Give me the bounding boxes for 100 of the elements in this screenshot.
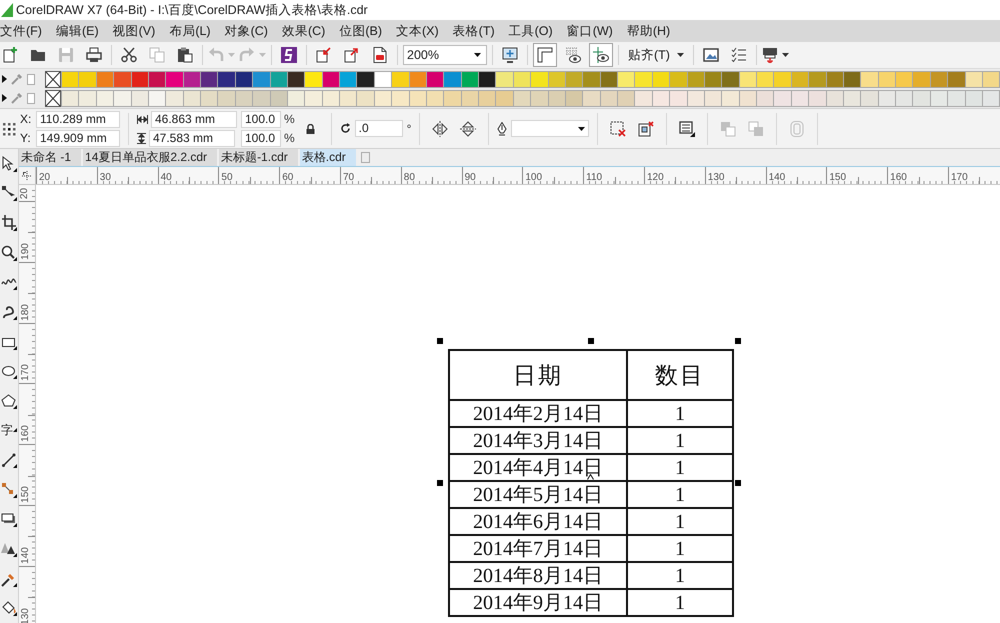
- document-icon[interactable]: [27, 92, 35, 104]
- outline-width-field[interactable]: [511, 120, 590, 137]
- color-swatch[interactable]: [408, 70, 426, 88]
- color-swatch[interactable]: [895, 70, 912, 88]
- color-swatch[interactable]: [982, 90, 1000, 106]
- color-swatch[interactable]: [96, 70, 114, 88]
- size-field[interactable]: 47.583 mm: [149, 130, 235, 146]
- pen-nib-icon[interactable]: [497, 122, 508, 136]
- selection-handle[interactable]: [735, 338, 741, 344]
- color-swatch[interactable]: [61, 90, 78, 106]
- grid-eye-icon[interactable]: [565, 47, 581, 63]
- color-swatch[interactable]: [217, 70, 235, 88]
- text-tool-label[interactable]: 字: [1, 423, 13, 438]
- connector-icon[interactable]: [1, 482, 17, 498]
- mirror-horizontal-icon[interactable]: [432, 120, 448, 136]
- checklist-icon[interactable]: [730, 47, 747, 63]
- color-swatch[interactable]: [512, 90, 530, 106]
- color-swatch[interactable]: [652, 90, 670, 106]
- color-swatch[interactable]: [322, 90, 339, 106]
- no-color-icon[interactable]: [45, 90, 61, 106]
- color-swatch[interactable]: [600, 70, 617, 88]
- color-swatch[interactable]: [478, 70, 496, 88]
- curve-icon[interactable]: [1, 304, 17, 320]
- color-swatch[interactable]: [617, 90, 634, 106]
- color-swatch[interactable]: [634, 90, 652, 106]
- color-swatch[interactable]: [686, 90, 704, 106]
- color-swatch[interactable]: [443, 90, 461, 106]
- pick-arrow-icon[interactable]: [1, 156, 17, 172]
- color-swatch[interactable]: [374, 90, 392, 106]
- mirror-vertical-icon[interactable]: [460, 120, 476, 136]
- caret-icon[interactable]: [474, 53, 481, 57]
- menu-item[interactable]: 位图(B): [339, 22, 382, 40]
- color-swatch[interactable]: [721, 70, 739, 88]
- coordinate-field[interactable]: 149.909 mm: [36, 130, 120, 146]
- color-swatch[interactable]: [582, 70, 600, 88]
- menu-item[interactable]: 文件(F): [0, 22, 42, 40]
- caret-icon[interactable]: [676, 53, 684, 57]
- color-swatch[interactable]: [826, 70, 843, 88]
- color-swatch[interactable]: [773, 70, 791, 88]
- color-swatch[interactable]: [217, 90, 235, 106]
- color-swatch[interactable]: [878, 90, 895, 106]
- zoom-level-field[interactable]: 200%: [403, 45, 487, 65]
- launch-icon[interactable]: [762, 47, 778, 63]
- color-swatch[interactable]: [548, 90, 565, 106]
- ellipse-icon[interactable]: [1, 363, 17, 380]
- rotation-field[interactable]: .0: [354, 120, 403, 137]
- color-swatch[interactable]: [478, 90, 496, 106]
- clipboard-icon[interactable]: [177, 47, 193, 63]
- new-document-icon[interactable]: [2, 47, 18, 63]
- lock-icon[interactable]: [306, 124, 316, 134]
- document-icon[interactable]: [27, 74, 35, 84]
- color-swatch[interactable]: [408, 90, 426, 106]
- color-swatch[interactable]: [443, 70, 461, 88]
- color-swatch[interactable]: [860, 70, 878, 88]
- color-swatch[interactable]: [460, 90, 478, 106]
- nested-box-icon[interactable]: [638, 120, 654, 136]
- document-tab[interactable]: 14夏日单品衣服2.2.cdr: [83, 149, 218, 166]
- color-swatch[interactable]: [339, 70, 356, 88]
- color-swatch[interactable]: [808, 70, 826, 88]
- color-swatch[interactable]: [304, 90, 322, 106]
- color-swatch[interactable]: [304, 70, 322, 88]
- color-swatch[interactable]: [947, 90, 964, 106]
- fill-bucket-icon[interactable]: [1, 600, 17, 616]
- caret-icon[interactable]: [578, 126, 586, 130]
- color-swatch[interactable]: [78, 70, 96, 88]
- color-swatch[interactable]: [790, 90, 808, 106]
- color-swatch[interactable]: [356, 70, 374, 88]
- scale-field[interactable]: 100.0: [241, 130, 281, 146]
- view-toggle[interactable]: [589, 43, 613, 67]
- color-swatch[interactable]: [704, 90, 722, 106]
- color-swatch[interactable]: [878, 70, 895, 88]
- folder-icon[interactable]: [30, 47, 46, 63]
- height-arrow-icon[interactable]: [137, 132, 146, 144]
- color-swatch[interactable]: [548, 70, 565, 88]
- menu-item[interactable]: 工具(O): [508, 22, 553, 40]
- monitor-icon[interactable]: [502, 47, 518, 63]
- menu-item[interactable]: 布局(L): [169, 22, 211, 40]
- color-swatch[interactable]: [512, 70, 530, 88]
- ruler-icon[interactable]: [537, 47, 553, 63]
- color-swatch[interactable]: [930, 90, 948, 106]
- color-swatch[interactable]: [234, 90, 252, 106]
- color-swatch[interactable]: [912, 70, 930, 88]
- color-swatch[interactable]: [826, 90, 843, 106]
- scissors-icon[interactable]: [121, 47, 137, 63]
- document-badge-icon[interactable]: [372, 47, 388, 63]
- color-swatch[interactable]: [756, 70, 774, 88]
- menu-item[interactable]: 窗口(W): [566, 22, 613, 40]
- crop-icon[interactable]: [1, 215, 17, 232]
- color-swatch[interactable]: [564, 70, 582, 88]
- color-swatch[interactable]: [391, 90, 408, 106]
- color-swatch[interactable]: [78, 90, 96, 106]
- selection-handle[interactable]: [735, 480, 741, 486]
- color-swatch[interactable]: [947, 70, 964, 88]
- color-swatch[interactable]: [912, 90, 930, 106]
- scale-field[interactable]: 100.0: [241, 110, 281, 128]
- dashed-box-x-icon[interactable]: [610, 120, 626, 136]
- color-swatch[interactable]: [165, 90, 183, 106]
- color-swatch[interactable]: [165, 70, 183, 88]
- color-swatch[interactable]: [495, 90, 513, 106]
- color-swatch[interactable]: [356, 90, 374, 106]
